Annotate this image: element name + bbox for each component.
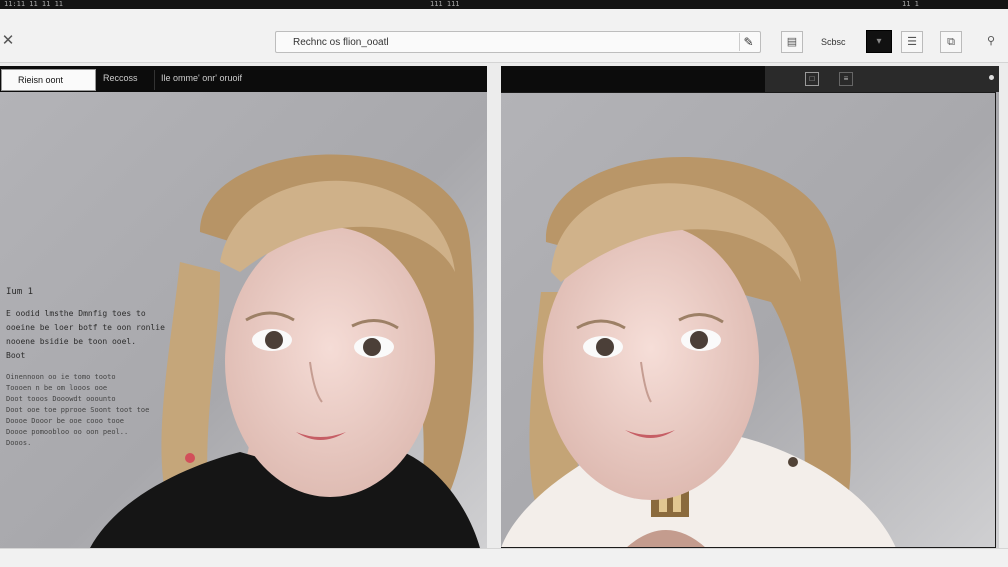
search-input[interactable]: Rechnc os flion_ooatl ✎ [275, 31, 761, 53]
content-line: Boot [6, 351, 26, 360]
tab-second[interactable]: Reccoss [103, 73, 138, 83]
right-image [501, 92, 999, 548]
right-toolstrip: □ ≡ [765, 66, 999, 92]
search-text: Rechnc os flion_ooatl [293, 37, 389, 48]
paragraph-line: Doooe pomoobloo oo oon peol.. [6, 428, 129, 436]
content-lines: E oodid lmsthe Dmnfig toes to ooeine be … [6, 307, 165, 363]
content-line: nooene bsidie be toon ooel. [6, 337, 137, 346]
content-line: E oodid lmsthe Dmnfig toes to [6, 309, 146, 318]
tab-third[interactable]: Ile omme' onr' oruoif [161, 73, 242, 83]
copy-icon[interactable]: ⧉ [940, 31, 962, 53]
right-pane: □ ≡ [501, 66, 999, 548]
tab-divider [154, 70, 155, 90]
document-icon[interactable]: ≡ [839, 72, 853, 86]
edit-icon[interactable]: ✎ [739, 33, 757, 51]
page-icon[interactable]: ▤ [781, 31, 803, 53]
content-heading: Ium 1 [6, 287, 34, 297]
right-tabbar: □ ≡ [501, 66, 999, 92]
left-tabbar: Rieisn oont Reccoss Ile omme' onr' oruoi… [0, 66, 487, 92]
color-swatch[interactable]: ▾ [866, 30, 892, 53]
list-icon[interactable]: ☰ [901, 31, 923, 53]
system-center-text: 111 111 [430, 0, 460, 8]
paragraph-line: Dooos. [6, 439, 32, 447]
square-icon[interactable]: □ [805, 72, 819, 86]
status-dot-icon [989, 75, 994, 80]
brush-icon[interactable]: ⚲ [980, 31, 1002, 53]
system-bar: 11:11 11 11 11 111 111 11 1 [0, 0, 1008, 9]
paragraph-line: Doot tooos Dooowdt ooounto [6, 395, 116, 403]
close-icon[interactable]: ✕ [1, 31, 15, 49]
paragraph-line: Toooen n be om looos ooe [6, 384, 108, 392]
system-time: 11:11 11 11 11 [4, 0, 64, 8]
system-right-text: 11 1 [902, 0, 919, 8]
tab-active[interactable]: Rieisn oont [1, 69, 96, 91]
status-bar [0, 548, 1008, 567]
toolbar: ✕ Rechnc os flion_ooatl ✎ ▤ Scbsc ▾ ☰ ⧉ … [0, 9, 1008, 63]
image-frame [501, 92, 996, 548]
content-paragraph: Oinennoon oo ie tomo tooto Toooen n be o… [6, 372, 149, 449]
paragraph-line: Doot ooe toe pprooe Soont toot toe [6, 406, 150, 414]
pane-divider[interactable] [487, 66, 501, 548]
left-pane: Rieisn oont Reccoss Ile omme' onr' oruoi… [0, 66, 487, 548]
paragraph-line: Oinennoon oo ie tomo tooto [6, 373, 116, 381]
paragraph-line: Doooe Dooor be ooe cooo tooe [6, 417, 125, 425]
toolbar-label: Scbsc [821, 37, 846, 47]
left-image: Ium 1 E oodid lmsthe Dmnfig toes to ooei… [0, 92, 487, 548]
content-line: ooeine be loer botf te oon ronlie [6, 323, 165, 332]
